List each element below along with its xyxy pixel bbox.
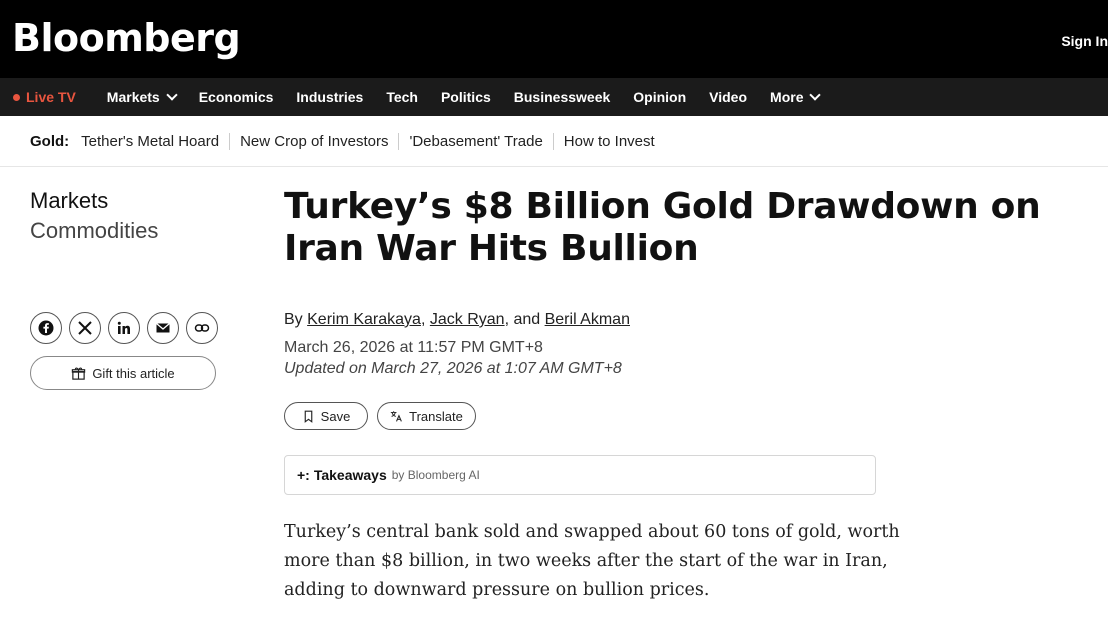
chevron-down-icon	[166, 89, 178, 101]
linkedin-icon	[117, 321, 130, 334]
nav-live-tv[interactable]: Live TV	[13, 89, 76, 105]
subnav-link[interactable]: 'Debasement' Trade	[398, 132, 552, 150]
sparkle-icon: +:	[297, 467, 310, 483]
section-commodities[interactable]: Commodities	[30, 216, 158, 246]
article-lede: Turkey’s central bank sold and swapped a…	[284, 522, 900, 600]
gift-icon	[72, 367, 86, 380]
facebook-share-button[interactable]	[30, 312, 62, 344]
bloomberg-logo[interactable]: Bloomberg	[12, 14, 241, 62]
author-link[interactable]: Kerim Karakaya	[307, 311, 421, 328]
share-bar	[30, 312, 225, 344]
bookmark-icon	[304, 410, 312, 423]
nav-label: More	[770, 89, 804, 105]
nav-live-label: Live TV	[26, 89, 76, 105]
nav-more[interactable]: More	[770, 89, 822, 105]
copy-link-button[interactable]	[186, 312, 218, 344]
published-date: March 26, 2026 at 11:57 PM GMT+8	[284, 339, 543, 356]
nav-opinion[interactable]: Opinion	[633, 89, 686, 105]
byline: By Kerim Karakaya, Jack Ryan, and Beril …	[284, 311, 630, 329]
updated-date: Updated on March 27, 2026 at 1:07 AM GMT…	[284, 360, 622, 377]
nav-label: Markets	[106, 89, 160, 105]
subnav-label: Gold:	[30, 132, 70, 150]
email-icon	[156, 323, 170, 333]
nav-markets[interactable]: Markets	[106, 89, 178, 105]
subnav-link[interactable]: Tether's Metal Hoard	[81, 133, 229, 150]
save-button[interactable]: Save	[284, 402, 368, 430]
nav-businessweek[interactable]: Businessweek	[514, 89, 611, 105]
nav-industries[interactable]: Industries	[296, 89, 363, 105]
subnav-link[interactable]: How to Invest	[552, 132, 665, 150]
linkedin-share-button[interactable]	[108, 312, 140, 344]
nav-video[interactable]: Video	[709, 89, 747, 105]
nav-economics[interactable]: Economics	[199, 89, 274, 105]
topic-subnav: Gold: Tether's Metal Hoard New Crop of I…	[0, 116, 1108, 167]
nav-politics[interactable]: Politics	[441, 89, 491, 105]
save-label: Save	[320, 408, 351, 424]
gift-label: Gift this article	[92, 365, 175, 381]
takeaways-panel[interactable]: +: Takeaways by Bloomberg AI	[284, 455, 876, 495]
translate-label: Translate	[409, 408, 463, 424]
article-headline: Turkey’s $8 Billion Gold Drawdown on Ira…	[284, 186, 1041, 269]
gift-article-button[interactable]: Gift this article	[30, 356, 216, 390]
author-separator: ,	[420, 311, 426, 328]
main-nav: Live TV Markets Economics Industries Tec…	[0, 78, 1108, 116]
author-link[interactable]: Jack Ryan	[430, 311, 505, 328]
translate-icon	[390, 410, 403, 422]
sign-in-link[interactable]: Sign In	[1061, 33, 1108, 49]
facebook-icon	[38, 320, 54, 336]
x-icon	[78, 321, 92, 335]
nav-tech[interactable]: Tech	[386, 89, 418, 105]
author-link[interactable]: Beril Akman	[545, 311, 630, 328]
takeaways-label: Takeaways	[313, 467, 387, 483]
subnav-link[interactable]: New Crop of Investors	[229, 132, 398, 150]
byline-prefix: By	[284, 311, 303, 328]
email-share-button[interactable]	[147, 312, 179, 344]
translate-button[interactable]: Translate	[377, 402, 476, 430]
top-bar: Bloomberg Sign In	[0, 0, 1108, 78]
takeaways-attribution: by Bloomberg AI	[391, 468, 480, 482]
link-icon	[194, 324, 210, 332]
chevron-down-icon	[809, 89, 822, 101]
section-breadcrumb: Markets Commodities	[30, 186, 158, 246]
section-markets[interactable]: Markets	[30, 186, 158, 216]
x-share-button[interactable]	[69, 312, 101, 344]
live-dot-icon	[13, 93, 20, 101]
author-separator: , and	[504, 311, 541, 328]
